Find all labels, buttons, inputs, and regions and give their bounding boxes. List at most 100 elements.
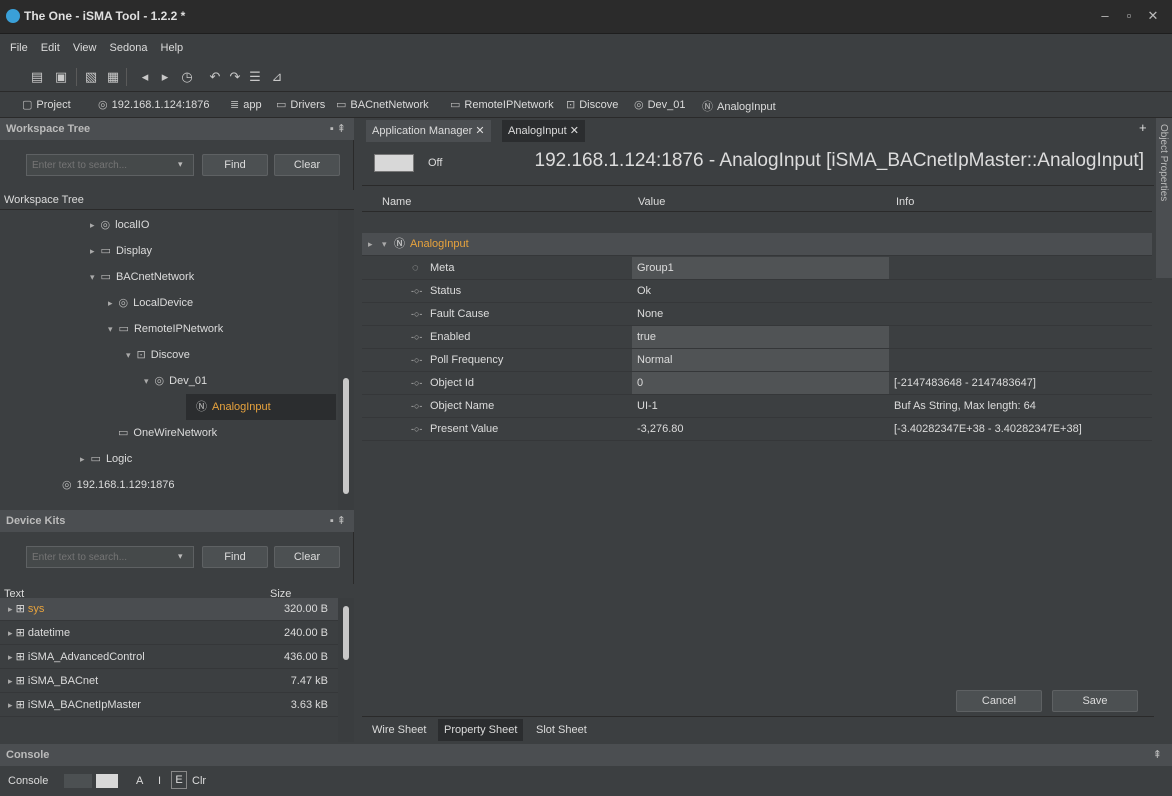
table-row[interactable]: ◌ Meta Group1 [362, 257, 1152, 280]
search-input[interactable] [26, 154, 194, 176]
collapse-arrow-icon[interactable]: ▾ [108, 324, 113, 334]
maximize-icon[interactable]: ▫ [1118, 6, 1140, 28]
filter-i[interactable]: I [158, 775, 161, 787]
expand-arrow-icon[interactable]: ▸ [368, 233, 373, 256]
redo-icon[interactable]: ↷ [226, 68, 244, 86]
collapse-arrow-icon[interactable]: ▾ [382, 233, 387, 256]
value-field[interactable]: 0 [632, 372, 889, 394]
tree-item-analoginput[interactable]: Ⓝ AnalogInput [186, 394, 336, 420]
back-icon[interactable]: ◂ [136, 68, 154, 86]
breadcrumb-dev01[interactable]: ◎ Dev_01 [634, 98, 686, 111]
scrollbar-thumb[interactable] [343, 606, 349, 660]
table-row[interactable]: -○- Object Name UI-1 Buf As String, Max … [362, 395, 1152, 418]
edit-icon[interactable]: ▧ [82, 68, 100, 86]
table-row[interactable]: -○- Poll Frequency Normal [362, 349, 1152, 372]
chevron-down-icon[interactable]: ▾ [178, 159, 183, 170]
close-icon[interactable]: ✕ [1142, 6, 1164, 28]
tab-wire-sheet[interactable]: Wire Sheet [366, 719, 432, 741]
tree-item-discove[interactable]: ▾ ⊡ Discove [126, 342, 190, 368]
expand-arrow-icon[interactable]: ▸ [8, 700, 13, 710]
kit-row[interactable]: ▸ ⊞ datetime 240.00 B [0, 622, 338, 645]
filter-e[interactable]: E [171, 771, 187, 789]
tab-application-manager[interactable]: Application Manager ✕ [366, 120, 491, 142]
undo-icon[interactable]: ↶ [206, 68, 224, 86]
value-field[interactable]: true [632, 326, 889, 348]
properties-icon[interactable]: ▦ [104, 68, 122, 86]
breadcrumb-discove[interactable]: ⊡ Discove [566, 98, 618, 111]
expand-arrow-icon[interactable]: ▸ [108, 298, 113, 308]
save-button[interactable]: Save [1052, 690, 1138, 712]
chevron-down-icon[interactable]: ▾ [178, 551, 183, 562]
tree-item-logic[interactable]: ▸ ▭ Logic [80, 446, 132, 472]
breadcrumb-analoginput[interactable]: Ⓝ AnalogInput [702, 98, 776, 114]
kit-row[interactable]: ▸ ⊞ sys 320.00 B [0, 598, 338, 621]
expand-arrow-icon[interactable]: ▸ [8, 652, 13, 662]
tree-scrollbar[interactable] [338, 210, 354, 510]
menu-file[interactable]: File [10, 34, 28, 62]
tree-item-display[interactable]: ▸ ▭ Display [90, 238, 152, 264]
expand-arrow-icon[interactable]: ▸ [8, 628, 13, 638]
minimize-icon[interactable]: – [1094, 6, 1116, 28]
table-row-root[interactable]: ▸ ▾ Ⓝ AnalogInput [362, 233, 1152, 256]
menu-help[interactable]: Help [161, 34, 184, 62]
clear-button[interactable]: Clear [274, 154, 340, 176]
list-icon[interactable]: ☰ [246, 68, 264, 86]
kits-find-button[interactable]: Find [202, 546, 268, 568]
forward-icon[interactable]: ▸ [156, 68, 174, 86]
pin-icon[interactable]: ⇞ [1153, 744, 1162, 766]
breadcrumb-bacnetnetwork[interactable]: ▭ BACnetNetwork [336, 98, 429, 111]
menu-view[interactable]: View [73, 34, 97, 62]
tool-icon[interactable]: ⊿ [268, 68, 286, 86]
collapse-arrow-icon[interactable]: ▾ [144, 376, 149, 386]
close-icon[interactable]: ✕ [475, 125, 484, 137]
tab-property-sheet[interactable]: Property Sheet [438, 719, 524, 741]
off-toggle[interactable] [374, 154, 414, 172]
pin-icon[interactable]: ▪ ⇞ [330, 510, 346, 532]
kits-clear-button[interactable]: Clear [274, 546, 340, 568]
scrollbar-thumb[interactable] [343, 378, 349, 494]
find-button[interactable]: Find [202, 154, 268, 176]
tab-analoginput[interactable]: AnalogInput ✕ [502, 120, 585, 142]
table-row[interactable]: -○- Object Id 0 [-2147483648 - 214748364… [362, 372, 1152, 395]
kit-row[interactable]: ▸ ⊞ iSMA_AdvancedControl 436.00 B [0, 646, 338, 669]
pin-icon[interactable]: ▪ ⇞ [330, 118, 346, 140]
clear-console-button[interactable]: Clr [192, 775, 206, 787]
table-row[interactable]: -○- Status Ok [362, 280, 1152, 303]
menu-sedona[interactable]: Sedona [110, 34, 148, 62]
console-toggle-track[interactable] [64, 774, 92, 788]
breadcrumb-remoteipnetwork[interactable]: ▭ RemoteIPNetwork [450, 98, 554, 111]
breadcrumb-project[interactable]: ▢ Project [22, 98, 71, 111]
table-row[interactable]: -○- Present Value -3,276.80 [-3.40282347… [362, 418, 1152, 441]
layout-icon[interactable]: ▤ [28, 68, 46, 86]
expand-arrow-icon[interactable]: ▸ [90, 246, 95, 256]
collapse-arrow-icon[interactable]: ▾ [126, 350, 131, 360]
kits-scrollbar[interactable] [338, 598, 354, 742]
history-icon[interactable]: ◷ [178, 68, 196, 86]
expand-arrow-icon[interactable]: ▸ [8, 676, 13, 686]
tree-item-bacnetnetwork[interactable]: ▾ ▭ BACnetNetwork [90, 264, 194, 290]
expand-arrow-icon[interactable]: ▸ [90, 220, 95, 230]
close-icon[interactable]: ✕ [570, 125, 579, 137]
breadcrumb-drivers[interactable]: ▭ Drivers [276, 98, 325, 111]
table-row[interactable]: -○- Enabled true [362, 326, 1152, 349]
kits-search-input[interactable] [26, 546, 194, 568]
breadcrumb-app[interactable]: ≣ app [230, 98, 262, 111]
tree-item-localio[interactable]: ▸ ◎ localIO [90, 212, 149, 238]
breadcrumb-device[interactable]: ◎ 192.168.1.124:1876 [98, 98, 209, 111]
tab-slot-sheet[interactable]: Slot Sheet [530, 719, 593, 741]
tree-item-onewirenetwork[interactable]: ▭ OneWireNetwork [118, 420, 217, 446]
filter-a[interactable]: A [136, 775, 143, 787]
add-tab-icon[interactable]: + [1139, 120, 1147, 135]
menu-edit[interactable]: Edit [41, 34, 60, 62]
tree-item-dev01[interactable]: ▾ ◎ Dev_01 [144, 368, 207, 394]
tree-item-localdevice[interactable]: ▸ ◎ LocalDevice [108, 290, 193, 316]
collapse-arrow-icon[interactable]: ▾ [90, 272, 95, 282]
save-icon[interactable]: ▣ [52, 68, 70, 86]
kit-row[interactable]: ▸ ⊞ iSMA_BACnetIpMaster 3.63 kB [0, 694, 338, 717]
cancel-button[interactable]: Cancel [956, 690, 1042, 712]
value-field[interactable]: Normal [632, 349, 889, 371]
console-toggle[interactable] [96, 774, 118, 788]
tree-item-device-129[interactable]: ◎ 192.168.1.129:1876 [62, 472, 174, 498]
tree-item-remoteipnetwork[interactable]: ▾ ▭ RemoteIPNetwork [108, 316, 223, 342]
table-row[interactable]: -○- Fault Cause None [362, 303, 1152, 326]
